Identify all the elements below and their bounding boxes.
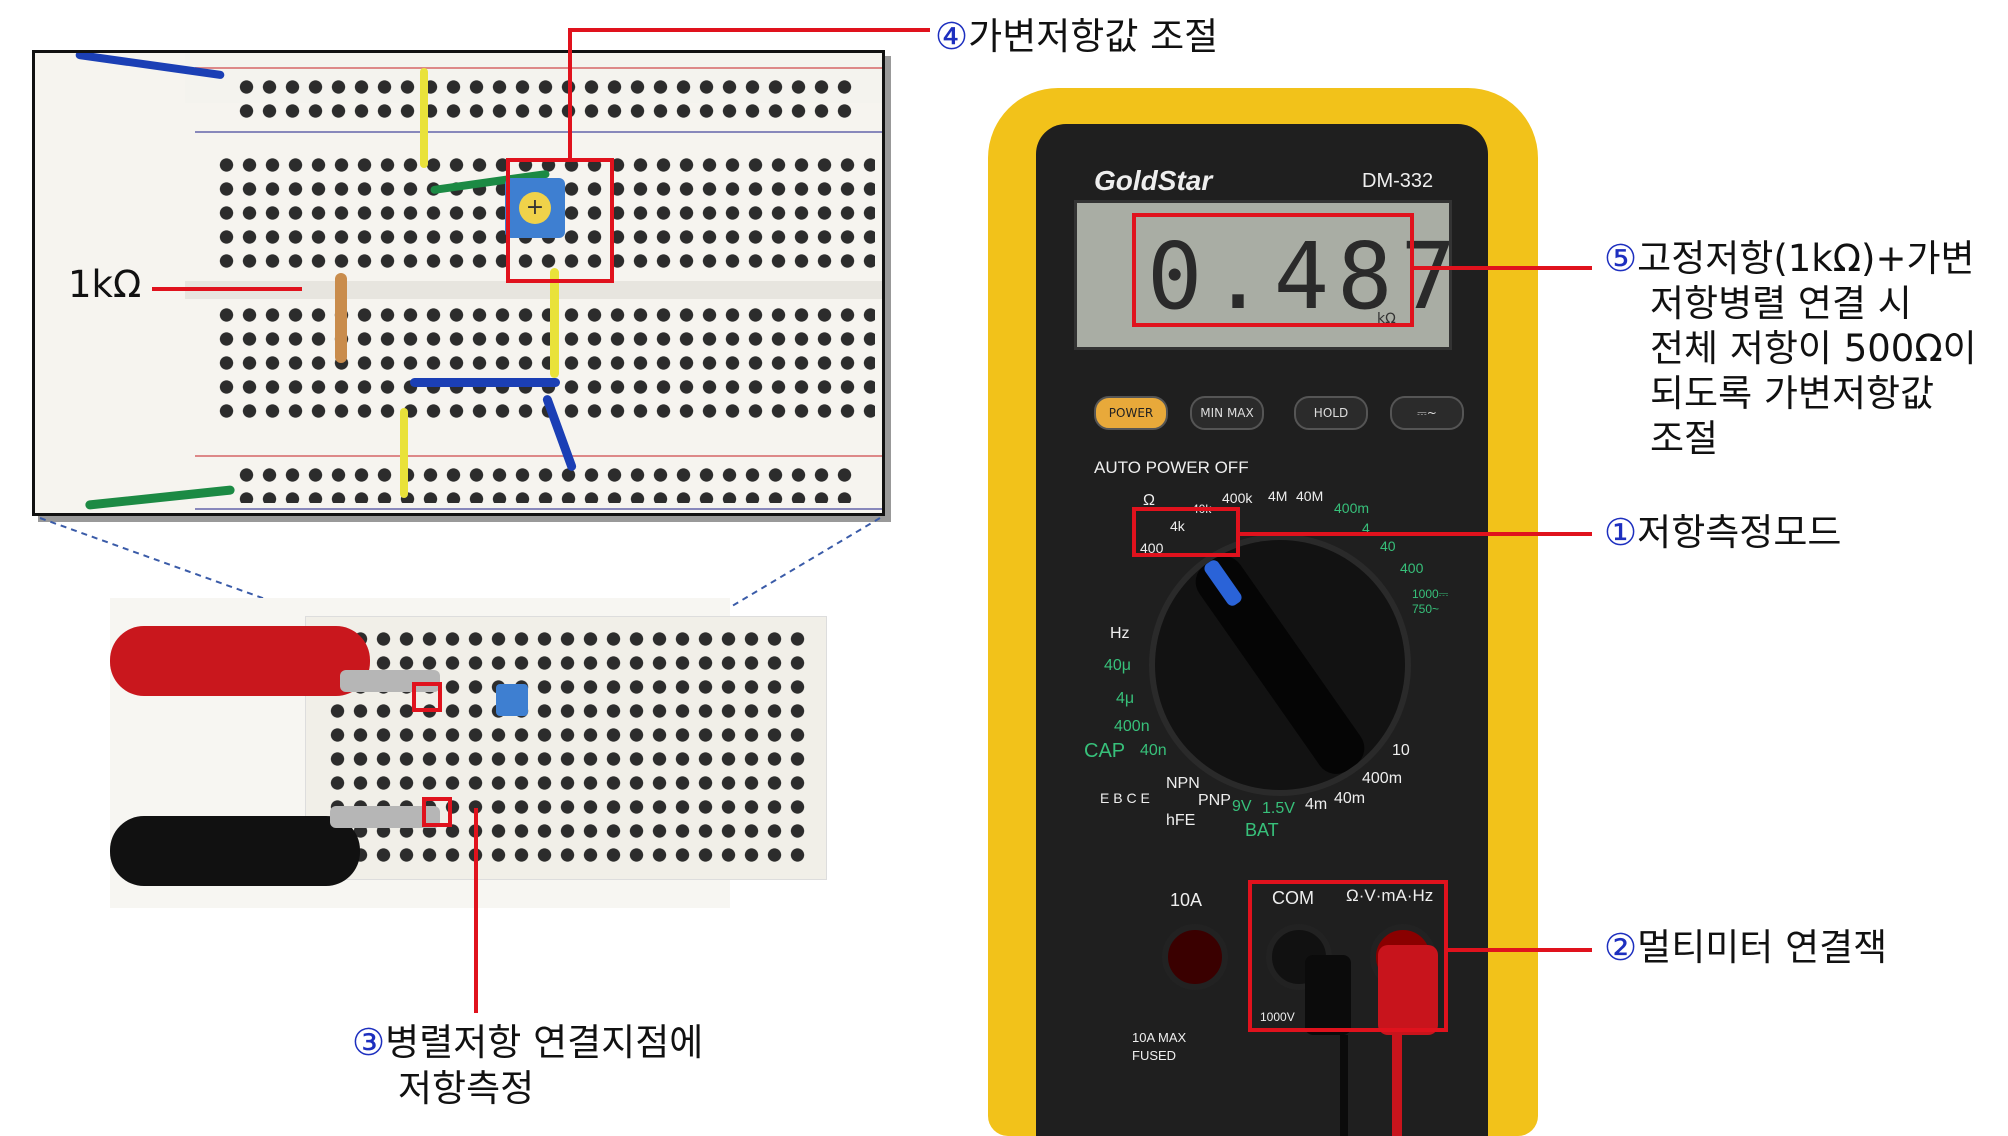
callout-3: ③병렬저항 연결지점에: [352, 1020, 703, 1065]
probe-leader-line: [474, 808, 478, 1013]
fused-label: FUSED: [1132, 1048, 1177, 1063]
callout-2-text: 멀티미터 연결잭: [1637, 926, 1888, 969]
red-probe-clip: [110, 626, 370, 696]
small-breadboard: [305, 616, 827, 880]
lcd-highlight-box: [1132, 213, 1414, 327]
ebce-label: E B C E: [1100, 790, 1150, 806]
range-40M-label: 40M: [1296, 488, 1324, 504]
amp-40m-label: 40m: [1334, 790, 1366, 807]
callout-3-line2-wrap: 저항측정: [398, 1066, 534, 1111]
lcd-leader-line: [1414, 266, 1592, 270]
callout-3-line2: 저항측정: [398, 1067, 535, 1110]
range-400k-label: 400k: [1222, 490, 1253, 506]
probe-point-box-1: [412, 682, 442, 712]
callout-1-text: 저항측정모드: [1637, 511, 1842, 554]
jack-10a-label: 10A: [1170, 890, 1203, 910]
probe-point-box-2: [422, 797, 452, 827]
black-probe-clip: [110, 816, 360, 886]
small-breadboard-holes: [326, 627, 806, 867]
callout-5-line5: 조절: [1650, 417, 1719, 460]
callout-1-number: ①: [1604, 511, 1638, 554]
callout-3-line1: 병렬저항 연결지점에: [385, 1021, 704, 1064]
power-button[interactable]: POWER: [1094, 396, 1168, 430]
ohm-range-highlight-box: [1132, 507, 1240, 557]
min-max-button[interactable]: MIN MAX: [1190, 396, 1264, 430]
callout-2: ②멀티미터 연결잭: [1604, 925, 1887, 970]
meter-model: DM-332: [1362, 170, 1434, 192]
callout-3-number: ③: [352, 1021, 386, 1064]
jack-10a[interactable]: [1162, 924, 1228, 990]
hfe-label: hFE: [1166, 812, 1196, 829]
amp-400m-label: 400m: [1362, 770, 1403, 787]
volt-400-label: 400: [1400, 560, 1424, 576]
cap-40n-label: 40n: [1140, 742, 1167, 759]
auto-power-off-label: AUTO POWER OFF: [1094, 458, 1249, 477]
hold-button[interactable]: HOLD: [1294, 396, 1368, 430]
ohm-leader-line: [1240, 532, 1592, 536]
cap-label: CAP: [1084, 740, 1126, 762]
cap-40u-label: 40μ: [1104, 657, 1132, 674]
max-10a-label: 10A MAX: [1132, 1030, 1187, 1045]
range-4M-label: 4M: [1268, 488, 1288, 504]
bat-label: BAT: [1245, 820, 1279, 840]
cap-4u-label: 4μ: [1116, 690, 1135, 707]
bat-9v-label: 9V: [1232, 798, 1252, 815]
npn-label: NPN: [1166, 775, 1200, 792]
pnp-label: PNP: [1198, 792, 1231, 809]
callout-5-line1-wrap: ⑤고정저항(1kΩ)+가변: [1604, 236, 1975, 281]
callout-1: ①저항측정모드: [1604, 510, 1841, 555]
callout-5-line1: 고정저항(1kΩ)+가변: [1637, 237, 1975, 280]
callout-5-line3: 전체 저항이 500Ω이: [1650, 327, 1977, 370]
black-test-lead: [1340, 1035, 1348, 1136]
callout-5-number: ⑤: [1604, 237, 1638, 280]
jack-leader-line: [1448, 948, 1592, 952]
cap-400n-label: 400n: [1114, 718, 1150, 735]
meter-brand: GoldStar: [1094, 165, 1213, 196]
bat-15v-label: 1.5V: [1262, 800, 1295, 817]
volt-1000-label: 1000⎓: [1412, 587, 1449, 601]
amp-10-label: 10: [1392, 742, 1410, 759]
volt-750-label: 750~: [1412, 602, 1440, 616]
callout-2-number: ②: [1604, 926, 1638, 969]
callout-5-line4: 되도록 가변저항값: [1650, 372, 1935, 415]
hz-label: Hz: [1110, 625, 1130, 642]
red-test-lead: [1392, 1035, 1402, 1136]
breadboard-probe-photo: [110, 598, 827, 908]
volt-40-label: 40: [1380, 538, 1396, 554]
callout-5-line2: 저항병렬 연결 시: [1650, 282, 1912, 325]
small-potentiometer: [496, 684, 528, 716]
amp-4m-label: 4m: [1305, 796, 1328, 813]
jacks-highlight-box: [1248, 880, 1448, 1032]
ac-dc-button[interactable]: ⎓~: [1390, 396, 1464, 430]
rotary-selector-dial[interactable]: [1155, 540, 1405, 790]
volt-400m-label: 400m: [1334, 500, 1370, 516]
